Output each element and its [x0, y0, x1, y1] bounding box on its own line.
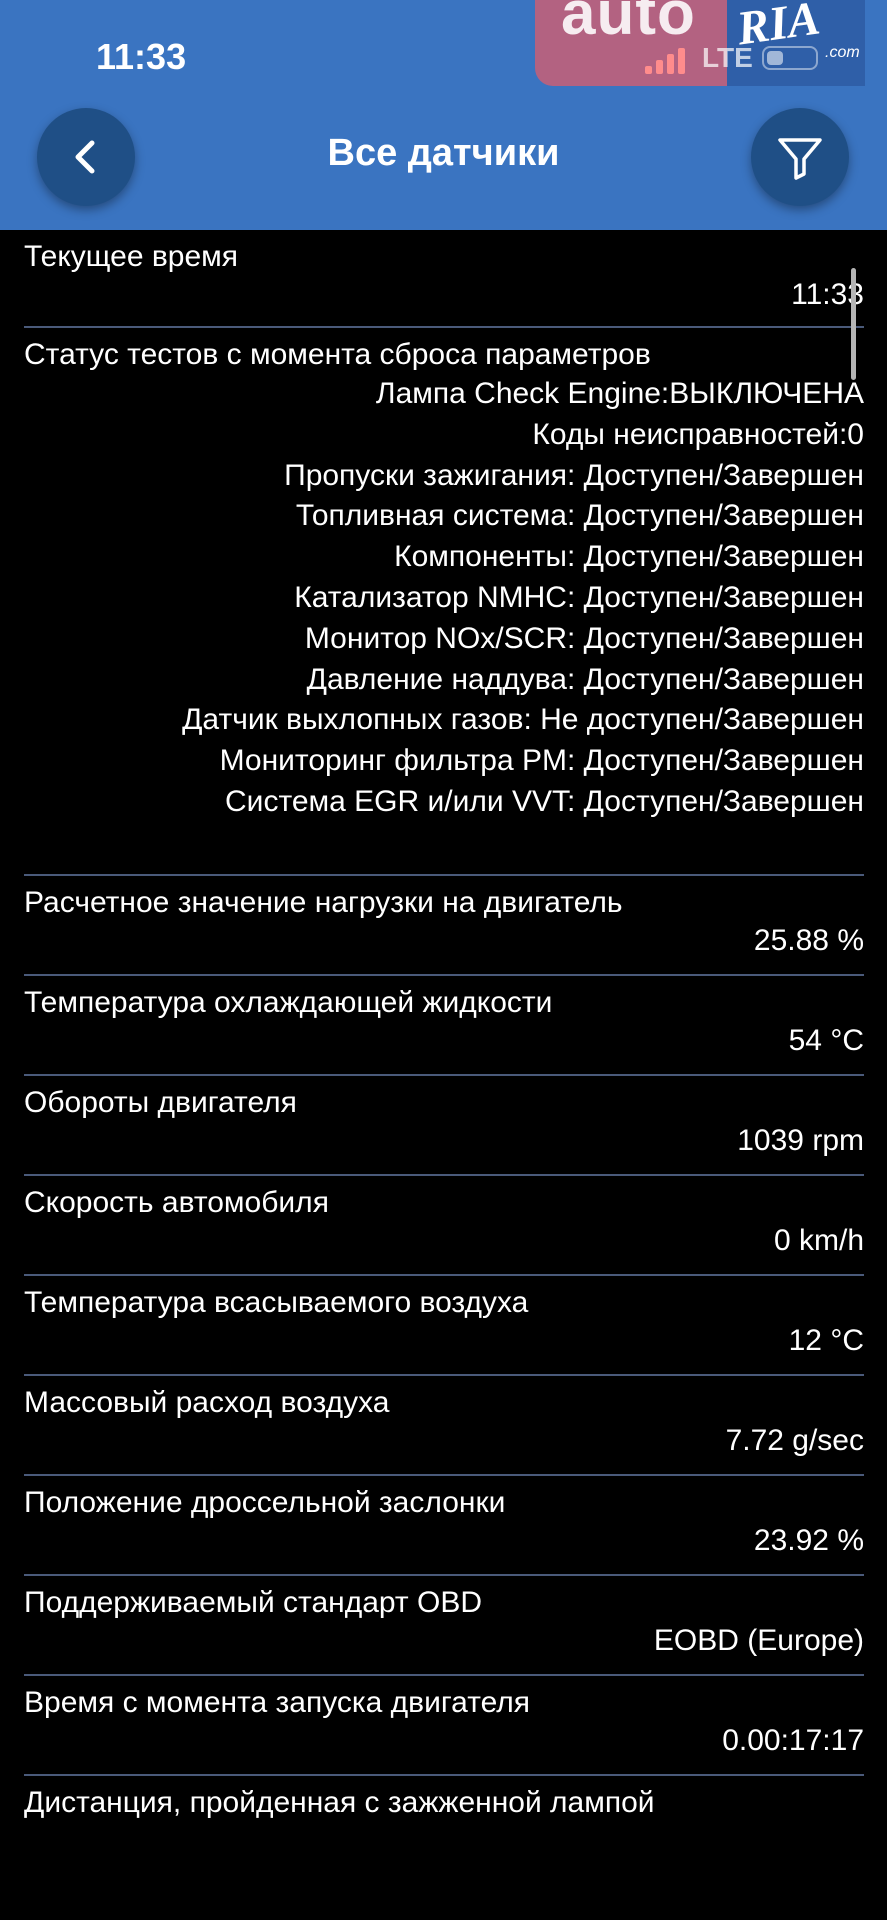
sensor-label: Температура охлаждающей жидкости — [24, 986, 553, 1019]
sensor-row-partial: Дистанция, пройденная с зажженной лампой — [24, 1776, 864, 1876]
status-line: Система EGR и/или VVT: Доступен/Завершен — [225, 784, 864, 818]
sensor-label: Статус тестов с момента сброса параметро… — [24, 338, 651, 371]
status-line: Датчик выхлопных газов: Не доступен/Заве… — [182, 703, 864, 737]
watermark-word: auto — [561, 0, 696, 48]
sensor-row: Положение дроссельной заслонки 23.92 % — [24, 1476, 864, 1576]
sensor-row: Обороты двигателя 1039 rpm — [24, 1076, 864, 1176]
sensor-list[interactable]: Текущее время 11:33 Статус тестов с моме… — [0, 230, 887, 1920]
sensor-label: Дистанция, пройденная с зажженной лампой — [24, 1786, 655, 1819]
status-line: Давление наддува: Доступен/Завершен — [306, 662, 864, 696]
sensor-value: 7.72 g/sec — [725, 1424, 864, 1457]
sensor-label: Текущее время — [24, 240, 239, 273]
status-line: Мониторинг фильтра PM: Доступен/Завершен — [219, 744, 864, 778]
sensor-row: Скорость автомобиля 0 km/h — [24, 1176, 864, 1276]
app-header: 11:33 auto RIA .com LTE Все датчики — [0, 0, 887, 230]
sensor-label: Скорость автомобиля — [24, 1186, 329, 1219]
sensor-value: 1039 rpm — [737, 1124, 864, 1157]
sensor-label: Расчетное значение нагрузки на двигатель — [24, 886, 623, 919]
sensor-row: Время с момента запуска двигателя 0.00:1… — [24, 1676, 864, 1776]
sensor-row-test-status: Статус тестов с момента сброса параметро… — [24, 328, 864, 876]
sensor-row: Температура всасываемого воздуха 12 °C — [24, 1276, 864, 1376]
sensor-row: Расчетное значение нагрузки на двигатель… — [24, 876, 864, 976]
network-type: LTE — [702, 42, 753, 73]
sensor-value: 25.88 % — [753, 924, 864, 957]
sensor-label: Положение дроссельной заслонки — [24, 1486, 506, 1519]
watermark-logo: auto RIA .com — [535, 0, 865, 86]
status-bar-time: 11:33 — [96, 36, 187, 77]
sensor-value: 11:33 — [791, 278, 864, 311]
sensor-row: Текущее время 11:33 — [24, 230, 864, 328]
sensor-value: 0 km/h — [773, 1224, 864, 1257]
filter-icon — [778, 138, 822, 180]
status-line: Катализатор NMHC: Доступен/Завершен — [294, 580, 864, 614]
scrollbar[interactable] — [851, 268, 856, 380]
filter-button[interactable] — [751, 108, 849, 206]
sensor-value: EOBD (Europe) — [653, 1624, 864, 1657]
sensor-value: 54 °C — [788, 1024, 864, 1057]
status-line: Пропуски зажигания: Доступен/Завершен — [284, 458, 864, 492]
sensor-value: 12 °C — [788, 1324, 864, 1357]
sensor-label: Поддерживаемый стандарт OBD — [24, 1586, 482, 1619]
status-line: Лампа Check Engine:ВЫКЛЮЧЕНА — [375, 377, 864, 410]
sensor-label: Массовый расход воздуха — [24, 1386, 390, 1419]
sensor-label: Обороты двигателя — [24, 1086, 297, 1119]
sensor-value: 23.92 % — [753, 1524, 864, 1557]
status-line: Компоненты: Доступен/Завершен — [394, 540, 864, 574]
sensor-label: Время с момента запуска двигателя — [24, 1686, 531, 1719]
status-line: Коды неисправностей:0 — [532, 417, 864, 451]
sensor-value — [24, 1822, 864, 1830]
status-line: Топливная система: Доступен/Завершен — [295, 499, 864, 533]
battery-icon — [762, 46, 818, 70]
sensor-row: Температура охлаждающей жидкости 54 °C — [24, 976, 864, 1076]
signal-icon — [645, 46, 689, 74]
watermark-domain: .com — [825, 44, 860, 61]
sensor-row: Поддерживаемый стандарт OBD EOBD (Europe… — [24, 1576, 864, 1676]
sensor-value: 0.00:17:17 — [722, 1724, 864, 1757]
sensor-label: Температура всасываемого воздуха — [24, 1286, 529, 1319]
sensor-row: Массовый расход воздуха 7.72 g/sec — [24, 1376, 864, 1476]
status-line: Монитор NOx/SCR: Доступен/Завершен — [304, 621, 864, 655]
